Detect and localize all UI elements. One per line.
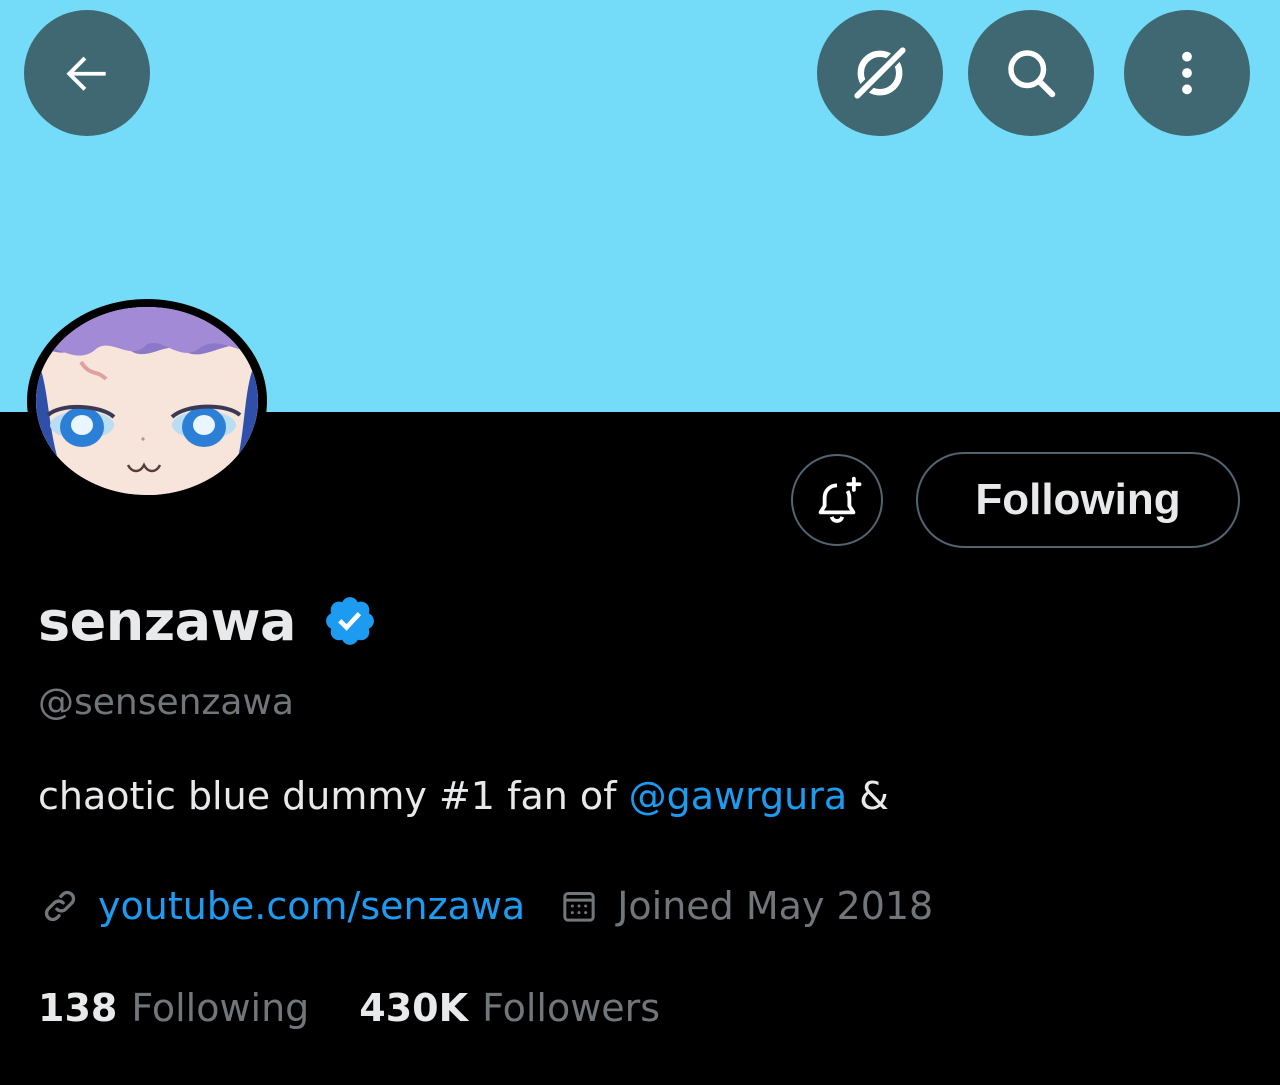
grok-icon [850, 43, 910, 103]
bio: chaotic blue dummy #1 fan of @gawrgura & [38, 774, 889, 818]
bell-plus-icon [818, 476, 862, 523]
followers-count: 430K [359, 986, 469, 1030]
follow-stats: 138 Following 430K Followers [38, 978, 660, 1038]
followers-count-link[interactable]: 430K Followers [359, 986, 660, 1030]
arrow-left-icon [66, 56, 106, 91]
avatar-image [36, 307, 258, 495]
profile-meta: youtube.com/senzawa Joined May 2018 [38, 876, 933, 936]
bio-text: chaotic blue dummy #1 fan of [38, 774, 629, 818]
display-name: senzawa [38, 589, 296, 653]
calendar-icon [563, 892, 595, 922]
joined-date: Joined May 2018 [617, 884, 934, 928]
following-label: Following [131, 986, 310, 1030]
verified-badge-icon[interactable] [322, 593, 378, 649]
bio-suffix: & [847, 774, 889, 818]
following-count: 138 [38, 986, 118, 1030]
search-button[interactable] [968, 10, 1094, 136]
link-icon [44, 890, 76, 922]
more-vertical-icon [1182, 51, 1192, 95]
back-button[interactable] [24, 10, 150, 136]
following-count-link[interactable]: 138 Following [38, 986, 309, 1030]
profile-page: Following senzawa @sensenzawa chaotic bl… [0, 0, 1280, 1085]
display-name-row: senzawa [38, 586, 378, 656]
followers-label: Followers [482, 986, 661, 1030]
website-link[interactable]: youtube.com/senzawa [98, 884, 525, 928]
more-options-button[interactable] [1124, 10, 1250, 136]
bio-mention-link[interactable]: @gawrgura [629, 774, 848, 818]
notifications-button[interactable] [791, 454, 883, 546]
user-handle: @sensenzawa [38, 682, 294, 723]
avatar[interactable] [36, 307, 258, 495]
following-button[interactable]: Following [916, 452, 1240, 548]
grok-button[interactable] [817, 10, 943, 136]
search-icon [1008, 50, 1056, 98]
